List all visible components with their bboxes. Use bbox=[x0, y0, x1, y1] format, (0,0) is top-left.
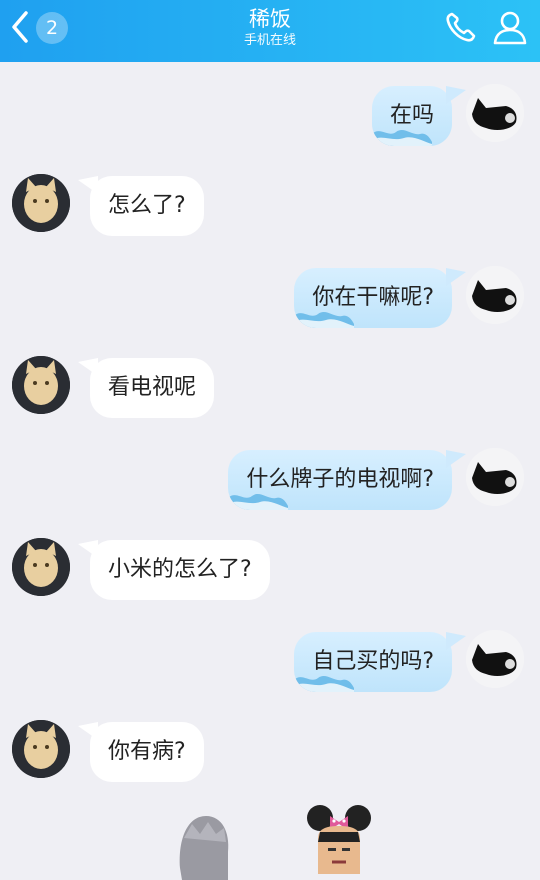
my-avatar[interactable] bbox=[466, 448, 524, 506]
my-message-bubble[interactable]: 在吗 bbox=[371, 86, 452, 146]
message-text: 小米的怎么了? bbox=[108, 557, 252, 582]
message-row: 小米的怎么了? bbox=[0, 534, 540, 604]
cat-avatar-icon bbox=[12, 356, 70, 414]
contact-avatar[interactable] bbox=[12, 356, 70, 414]
my-avatar[interactable] bbox=[466, 84, 524, 142]
my-message-bubble[interactable]: 自己买的吗? bbox=[294, 632, 452, 692]
cat-avatar-icon bbox=[12, 720, 70, 778]
contact-avatar[interactable] bbox=[12, 174, 70, 232]
message-text: 自己买的吗? bbox=[312, 649, 434, 674]
my-avatar[interactable] bbox=[466, 630, 524, 688]
my-message-bubble[interactable]: 你在干嘛呢? bbox=[294, 268, 452, 328]
message-text: 在吗 bbox=[389, 103, 434, 128]
bubble-tail bbox=[446, 86, 466, 104]
phone-icon bbox=[446, 12, 476, 42]
sticker-area bbox=[0, 796, 540, 880]
my-message-bubble[interactable]: 什么牌子的电视啊? bbox=[228, 450, 452, 510]
black-cat-avatar-icon bbox=[466, 266, 524, 324]
black-cat-avatar-icon bbox=[466, 84, 524, 142]
contact-message-bubble[interactable]: 小米的怎么了? bbox=[90, 540, 270, 600]
message-row: 怎么了? bbox=[0, 170, 540, 240]
message-text: 你在干嘛呢? bbox=[312, 285, 434, 310]
profile-button[interactable] bbox=[490, 8, 530, 46]
cat-avatar-icon bbox=[12, 538, 70, 596]
gray-person-sticker-icon bbox=[179, 816, 229, 880]
message-text: 什么牌子的电视啊? bbox=[246, 467, 434, 492]
call-button[interactable] bbox=[442, 8, 480, 46]
contact-message-bubble[interactable]: 你有病? bbox=[90, 722, 204, 782]
message-row: 自己买的吗? bbox=[0, 626, 540, 696]
black-cat-avatar-icon bbox=[466, 448, 524, 506]
my-avatar[interactable] bbox=[466, 266, 524, 324]
message-row: 你在干嘛呢? bbox=[0, 262, 540, 332]
contact-avatar[interactable] bbox=[12, 720, 70, 778]
chat-header: 2 稀饭 手机在线 bbox=[0, 0, 540, 62]
black-cat-avatar-icon bbox=[466, 630, 524, 688]
message-row: 你有病? bbox=[0, 716, 540, 786]
message-row: 在吗 bbox=[0, 80, 540, 150]
message-text: 你有病? bbox=[108, 739, 186, 764]
contact-message-bubble[interactable]: 看电视呢 bbox=[90, 358, 215, 418]
mouse-ears-girl-sticker-icon bbox=[307, 805, 371, 874]
person-icon bbox=[493, 11, 527, 45]
bubble-tail bbox=[446, 450, 466, 468]
message-text: 怎么了? bbox=[108, 193, 186, 218]
message-row: 看电视呢 bbox=[0, 352, 540, 422]
cat-avatar-icon bbox=[12, 174, 70, 232]
contact-avatar[interactable] bbox=[12, 538, 70, 596]
contact-message-bubble[interactable]: 怎么了? bbox=[90, 176, 204, 236]
message-row: 什么牌子的电视啊? bbox=[0, 444, 540, 514]
message-text: 看电视呢 bbox=[108, 375, 197, 400]
bubble-tail bbox=[446, 268, 466, 286]
bubble-tail bbox=[446, 632, 466, 650]
